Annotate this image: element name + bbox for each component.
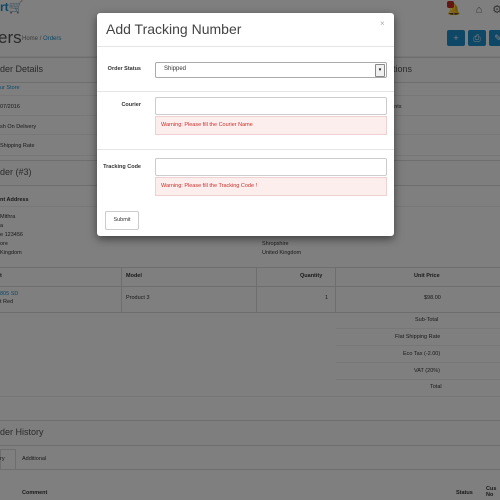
submit-button[interactable]: Submit — [105, 211, 139, 230]
modal-title: Add Tracking Number — [106, 21, 242, 37]
close-icon[interactable]: × — [380, 19, 385, 28]
courier-input[interactable] — [155, 97, 387, 115]
tracking-code-warning: Warning: Please fill the Tracking Code ! — [155, 177, 387, 196]
tracking-code-label: Tracking Code — [103, 164, 141, 170]
order-status-label: Order Status — [107, 66, 141, 72]
order-status-select[interactable]: Shipped ▾ — [155, 62, 387, 78]
courier-label: Courier — [121, 102, 141, 108]
chevron-down-icon: ▾ — [375, 64, 385, 77]
tracking-code-input[interactable] — [155, 158, 387, 176]
tracking-modal: Add Tracking Number × Order Status Shipp… — [97, 13, 394, 236]
courier-warning: Warning: Please fill the Courier Name — [155, 116, 387, 135]
